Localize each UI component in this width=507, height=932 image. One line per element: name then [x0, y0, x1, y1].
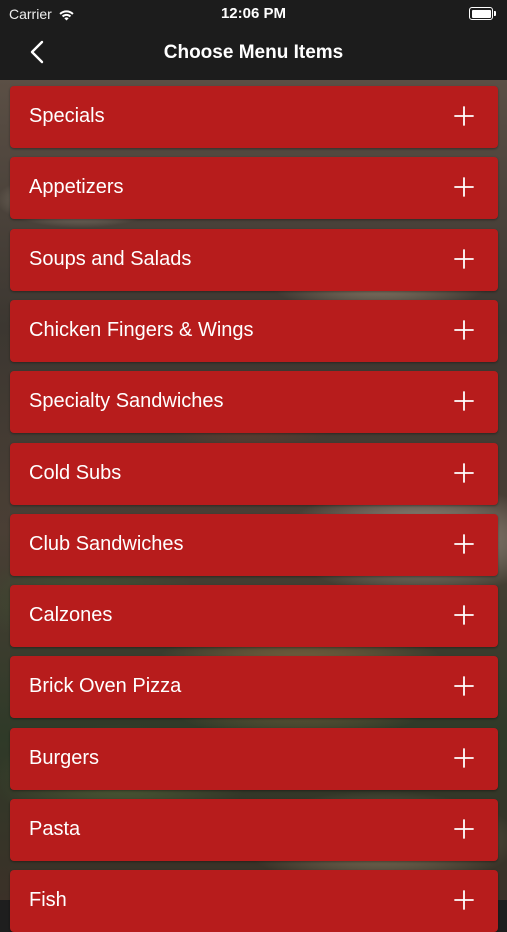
plus-icon[interactable]	[454, 106, 474, 126]
battery-icon	[469, 7, 496, 20]
menu-category-row[interactable]: Club Sandwiches	[10, 514, 498, 576]
menu-category-label: Chicken Fingers & Wings	[29, 319, 254, 341]
menu-category-label: Specialty Sandwiches	[29, 390, 224, 412]
menu-category-label: Calzones	[29, 604, 113, 626]
menu-category-label: Fish	[29, 889, 67, 911]
menu-category-row[interactable]: Specials	[10, 86, 498, 148]
menu-category-row[interactable]: Chicken Fingers & Wings	[10, 300, 498, 362]
navigation-bar: Choose Menu Items	[0, 28, 507, 80]
plus-icon[interactable]	[454, 605, 474, 625]
menu-category-label: Cold Subs	[29, 462, 122, 484]
menu-category-label: Specials	[29, 105, 105, 127]
page-title: Choose Menu Items	[163, 42, 344, 63]
plus-icon[interactable]	[454, 819, 474, 839]
status-bar: Carrier 12:06 PM	[0, 0, 507, 28]
plus-icon[interactable]	[454, 320, 474, 340]
menu-category-label: Club Sandwiches	[29, 533, 184, 555]
menu-category-row[interactable]: Pasta	[10, 799, 498, 861]
menu-category-label: Pasta	[29, 818, 81, 840]
menu-category-row[interactable]: Cold Subs	[10, 443, 498, 505]
plus-icon[interactable]	[454, 249, 474, 269]
plus-icon[interactable]	[454, 177, 474, 197]
menu-category-label: Brick Oven Pizza	[29, 675, 182, 697]
menu-category-row[interactable]: Fish	[10, 870, 498, 932]
plus-icon[interactable]	[454, 676, 474, 696]
plus-icon[interactable]	[454, 534, 474, 554]
plus-icon[interactable]	[454, 463, 474, 483]
plus-icon[interactable]	[454, 748, 474, 768]
status-time: 12:06 PM	[220, 5, 287, 22]
menu-category-row[interactable]: Specialty Sandwiches	[10, 371, 498, 433]
menu-category-row[interactable]: Burgers	[10, 728, 498, 790]
menu-category-row[interactable]: Appetizers	[10, 157, 498, 219]
plus-icon[interactable]	[454, 391, 474, 411]
menu-category-label: Soups and Salads	[29, 248, 192, 270]
menu-category-row[interactable]: Brick Oven Pizza	[10, 656, 498, 718]
menu-category-row[interactable]: Soups and Salads	[10, 229, 498, 291]
menu-category-row[interactable]: Calzones	[10, 585, 498, 647]
plus-icon[interactable]	[454, 890, 474, 910]
menu-category-label: Appetizers	[29, 176, 124, 198]
menu-category-label: Burgers	[29, 747, 100, 769]
